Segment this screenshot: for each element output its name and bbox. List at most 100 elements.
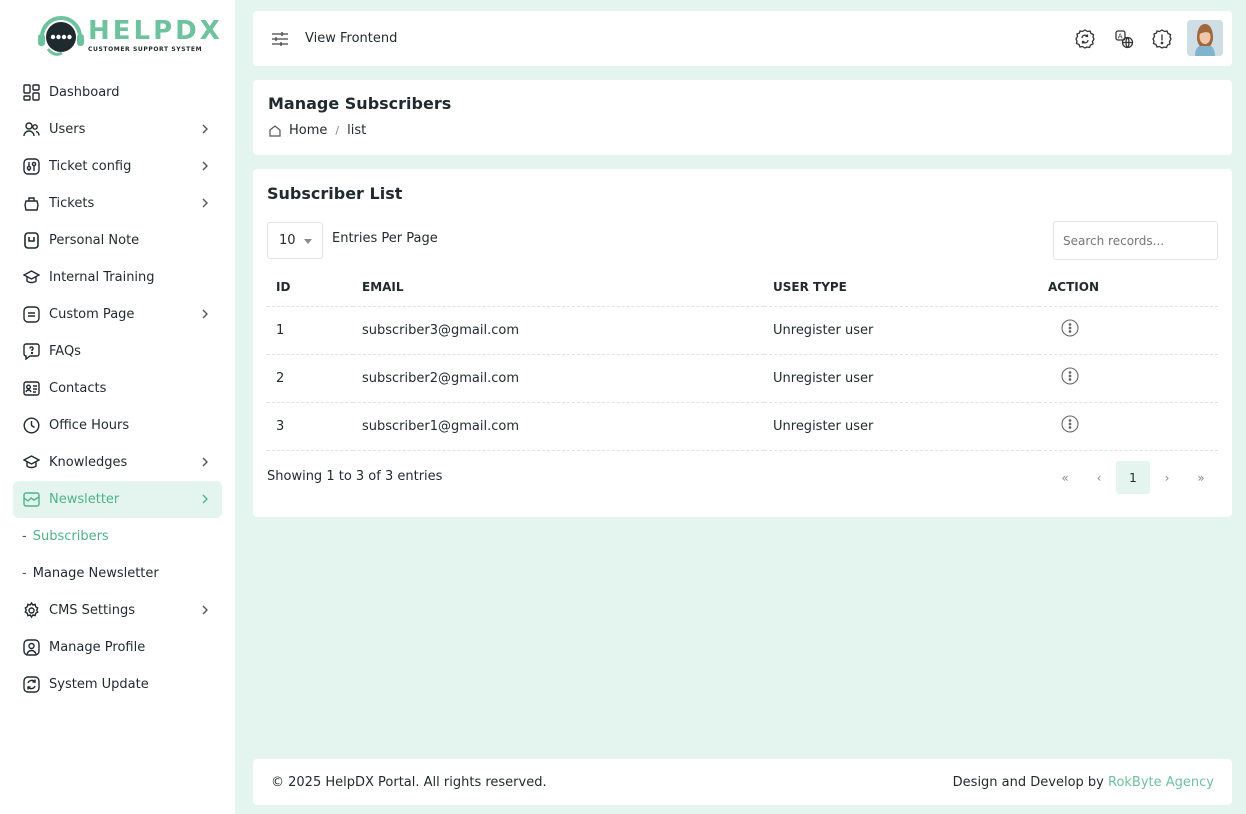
sidebar-item-label: Internal Training — [49, 270, 155, 285]
chevron-right-icon — [198, 455, 212, 469]
headset-logo-icon — [36, 13, 86, 59]
sidebar-item-contacts[interactable]: Contacts — [13, 370, 222, 407]
cell-user-type: Unregister user — [764, 354, 1039, 403]
sidebar-item-manage-profile[interactable]: Manage Profile — [13, 629, 222, 666]
sidebar-item-internal-training[interactable]: Internal Training — [13, 259, 222, 296]
chevron-right-icon — [198, 603, 212, 617]
clock-icon — [22, 417, 40, 435]
sidebar-item-label: Manage Profile — [49, 640, 146, 655]
sidebar-subitem-label: Subscribers — [32, 529, 109, 544]
sidebar-subitem-label: Manage Newsletter — [32, 566, 159, 581]
breadcrumb-home[interactable]: Home — [289, 123, 327, 138]
table-row: 2 subscriber2@gmail.com Unregister user — [267, 354, 1218, 403]
more-options-icon[interactable] — [1061, 415, 1079, 433]
copyright-text: © 2025 HelpDX Portal. All rights reserve… — [271, 775, 547, 790]
sidebar-item-label: Dashboard — [49, 85, 120, 100]
cell-id: 1 — [267, 306, 353, 355]
cell-email: subscriber2@gmail.com — [353, 354, 764, 403]
sidebar-item-office-hours[interactable]: Office Hours — [13, 407, 222, 444]
table-row: 3 subscriber1@gmail.com Unregister user — [267, 402, 1218, 451]
graduation-cap-icon — [22, 269, 40, 287]
entries-per-page-select[interactable]: 10 — [267, 222, 323, 259]
user-avatar[interactable] — [1187, 20, 1223, 56]
page-header-card: Manage Subscribers Home / list — [253, 80, 1232, 155]
search-input[interactable] — [1053, 221, 1218, 260]
subscribers-table: ID EMAIL USER TYPE ACTION 1 subscriber3@… — [267, 268, 1218, 451]
chevron-right-icon — [198, 492, 212, 506]
sidebar-item-faqs[interactable]: FAQs — [13, 333, 222, 370]
sidebar-item-label: Office Hours — [49, 418, 130, 433]
pagination-page-button[interactable]: 1 — [1116, 461, 1150, 494]
table-header-row: ID EMAIL USER TYPE ACTION — [267, 268, 1218, 307]
sidebar-item-label: Ticket config — [49, 159, 132, 174]
sidebar-item-label: FAQs — [49, 344, 81, 359]
sidebar-item-label: Users — [49, 122, 86, 137]
cell-email: subscriber1@gmail.com — [353, 402, 764, 451]
column-header-user-type[interactable]: USER TYPE — [764, 268, 1039, 307]
sidebar-nav: Dashboard Users Ticket config Tickets Pe… — [13, 74, 222, 703]
language-icon[interactable]: A — [1113, 28, 1135, 50]
dashboard-icon — [22, 84, 40, 102]
more-options-icon[interactable] — [1061, 319, 1079, 337]
sidebar-item-label: Custom Page — [49, 307, 135, 322]
top-header: View Frontend A — [253, 11, 1232, 66]
chevron-right-icon — [198, 307, 212, 321]
sidebar-item-dashboard[interactable]: Dashboard — [13, 74, 222, 111]
brand-logo[interactable]: HELPDX CUSTOMER SUPPORT SYSTEM — [36, 12, 220, 60]
cell-user-type: Unregister user — [764, 402, 1039, 451]
refresh-icon — [22, 676, 40, 694]
sidebar-item-custom-page[interactable]: Custom Page — [13, 296, 222, 333]
sidebar-item-ticket-config[interactable]: Ticket config — [13, 148, 222, 185]
sidebar-item-personal-note[interactable]: Personal Note — [13, 222, 222, 259]
sidebar-toggle-icon[interactable] — [270, 29, 290, 49]
sync-icon[interactable] — [1074, 28, 1096, 50]
sidebar-item-newsletter[interactable]: Newsletter — [13, 481, 222, 518]
sidebar-item-label: CMS Settings — [49, 603, 135, 618]
sidebar-item-system-update[interactable]: System Update — [13, 666, 222, 703]
tickets-icon — [22, 195, 40, 213]
sidebar-item-tickets[interactable]: Tickets — [13, 185, 222, 222]
chevron-right-icon — [198, 122, 212, 136]
brand-name: HELPDX — [88, 16, 223, 46]
column-header-email[interactable]: EMAIL — [353, 268, 764, 307]
alert-icon[interactable] — [1151, 28, 1173, 50]
entries-per-page-label: Entries Per Page — [332, 231, 438, 246]
note-icon — [22, 232, 40, 250]
cell-action — [1039, 306, 1218, 355]
cell-email: subscriber3@gmail.com — [353, 306, 764, 355]
credit-link[interactable]: RokByte Agency — [1108, 775, 1214, 790]
sidebar-item-label: Knowledges — [49, 455, 128, 470]
brand-tagline: CUSTOMER SUPPORT SYSTEM — [88, 46, 203, 53]
chevron-down-icon — [304, 239, 312, 244]
faq-icon — [22, 343, 40, 361]
pagination-next-button[interactable]: › — [1150, 461, 1184, 494]
credit-text: Design and Develop by RokByte Agency — [953, 775, 1214, 790]
page-icon — [22, 306, 40, 324]
view-frontend-link[interactable]: View Frontend — [305, 31, 397, 46]
sidebar-subitem-subscribers[interactable]: - Subscribers — [13, 518, 222, 555]
column-header-id[interactable]: ID — [267, 268, 353, 307]
chevron-right-icon — [198, 196, 212, 210]
cell-id: 3 — [267, 402, 353, 451]
sidebar-item-cms-settings[interactable]: CMS Settings — [13, 592, 222, 629]
breadcrumb-current: list — [347, 123, 367, 138]
sidebar-item-label: Personal Note — [49, 233, 140, 248]
sidebar: HELPDX CUSTOMER SUPPORT SYSTEM Dashboard… — [0, 0, 235, 814]
cell-user-type: Unregister user — [764, 306, 1039, 355]
sidebar-item-label: System Update — [49, 677, 149, 692]
sidebar-item-users[interactable]: Users — [13, 111, 222, 148]
more-options-icon[interactable] — [1061, 367, 1079, 385]
sidebar-item-label: Newsletter — [49, 492, 120, 507]
pagination: « ‹ 1 › » — [1048, 461, 1218, 494]
sidebar-item-knowledges[interactable]: Knowledges — [13, 444, 222, 481]
pagination-prev-button[interactable]: ‹ — [1082, 461, 1116, 494]
profile-icon — [22, 639, 40, 657]
entries-per-page-value: 10 — [279, 233, 296, 248]
pagination-last-button[interactable]: » — [1184, 461, 1218, 494]
pagination-first-button[interactable]: « — [1048, 461, 1082, 494]
page-title: Manage Subscribers — [268, 94, 452, 113]
card-title: Subscriber List — [267, 184, 403, 203]
chevron-right-icon — [198, 159, 212, 173]
breadcrumb: Home / list — [268, 123, 366, 138]
sidebar-subitem-manage-newsletter[interactable]: - Manage Newsletter — [13, 555, 222, 592]
